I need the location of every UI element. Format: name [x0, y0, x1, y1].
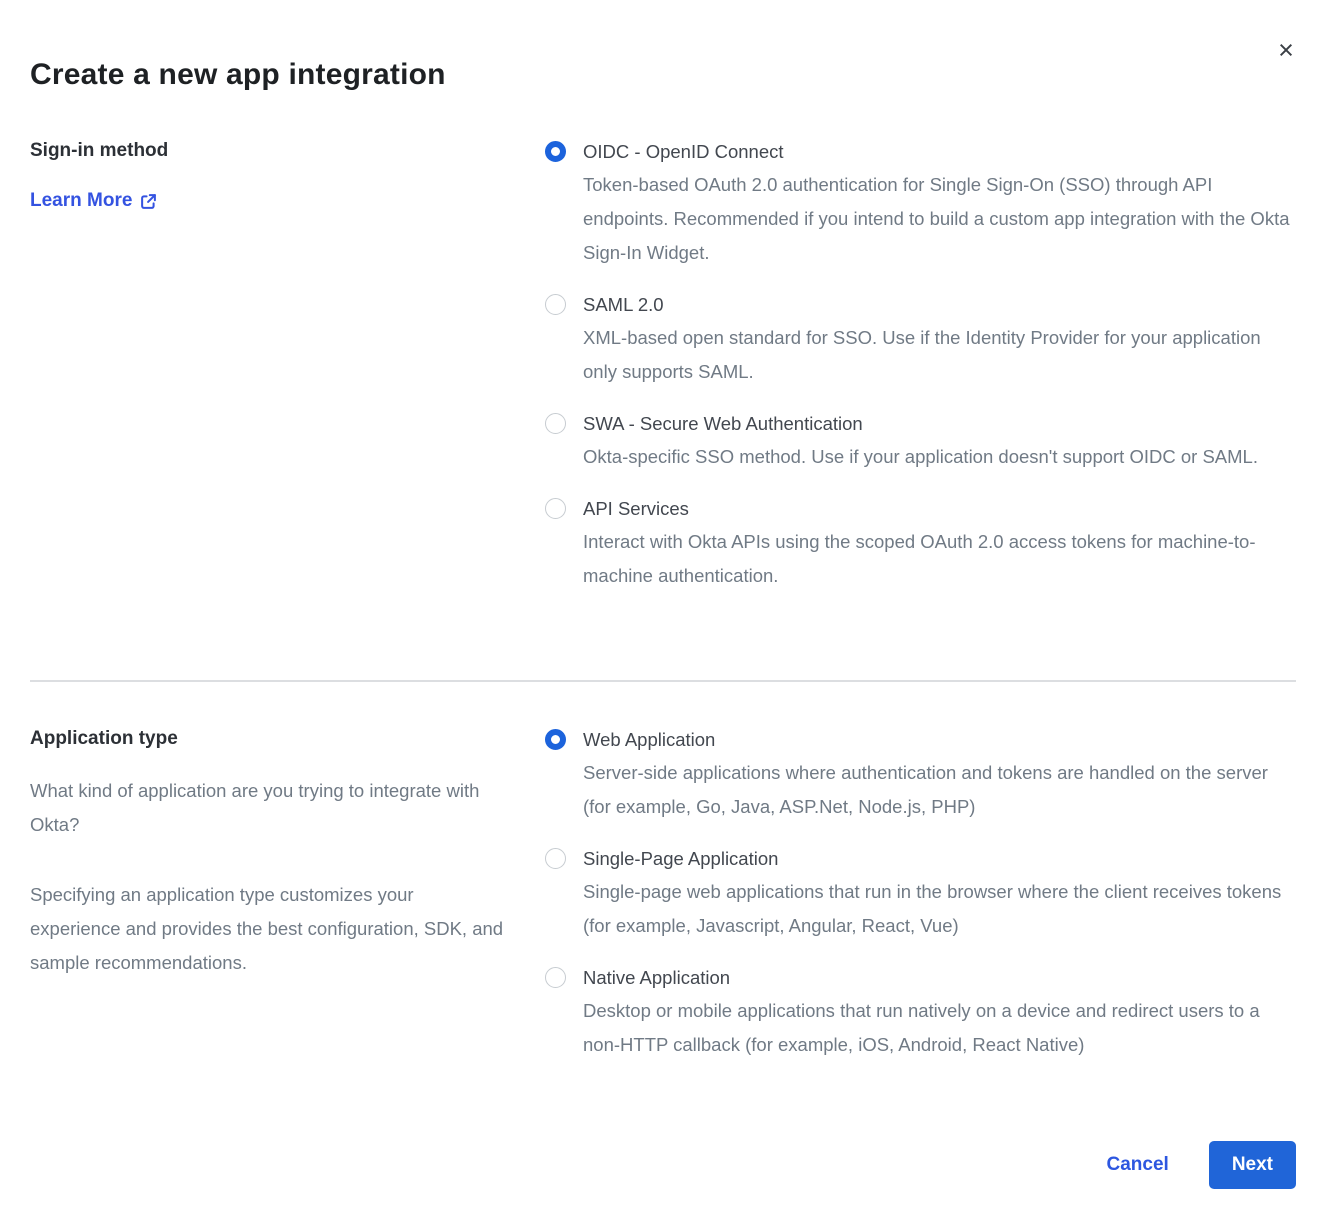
- signin-method-left-column: Sign-in method Learn More: [30, 138, 545, 614]
- application-type-explanation: Specifying an application type customize…: [30, 878, 505, 980]
- option-web-application-label: Web Application: [583, 726, 1296, 754]
- radio-single-page-application[interactable]: [545, 848, 566, 869]
- signin-method-section: Sign-in method Learn More OIDC - OpenID …: [30, 138, 1296, 614]
- radio-saml[interactable]: [545, 294, 566, 315]
- application-type-question: What kind of application are you trying …: [30, 774, 505, 842]
- option-api-services-label: API Services: [583, 495, 1296, 523]
- option-oidc[interactable]: OIDC - OpenID Connect Token-based OAuth …: [545, 138, 1296, 270]
- signin-method-options: OIDC - OpenID Connect Token-based OAuth …: [545, 138, 1296, 614]
- external-link-icon: [140, 193, 157, 210]
- radio-web-application[interactable]: [545, 729, 566, 750]
- option-web-application[interactable]: Web Application Server-side applications…: [545, 726, 1296, 824]
- option-web-application-description: Server-side applications where authentic…: [583, 756, 1296, 824]
- option-web-application-body: Web Application Server-side applications…: [583, 726, 1296, 824]
- create-app-integration-dialog: × Create a new app integration Sign-in m…: [0, 0, 1332, 1210]
- option-native-application-body: Native Application Desktop or mobile app…: [583, 964, 1296, 1062]
- option-saml-description: XML-based open standard for SSO. Use if …: [583, 321, 1296, 389]
- option-api-services-description: Interact with Okta APIs using the scoped…: [583, 525, 1296, 593]
- option-api-services-body: API Services Interact with Okta APIs usi…: [583, 495, 1296, 593]
- radio-swa[interactable]: [545, 413, 566, 434]
- cancel-button[interactable]: Cancel: [1107, 1154, 1169, 1176]
- option-api-services[interactable]: API Services Interact with Okta APIs usi…: [545, 495, 1296, 593]
- option-single-page-application[interactable]: Single-Page Application Single-page web …: [545, 845, 1296, 943]
- learn-more-link[interactable]: Learn More: [30, 190, 157, 212]
- application-type-label: Application type: [30, 726, 505, 752]
- option-swa-description: Okta-specific SSO method. Use if your ap…: [583, 440, 1258, 474]
- option-single-page-application-label: Single-Page Application: [583, 845, 1296, 873]
- next-button[interactable]: Next: [1209, 1141, 1296, 1189]
- option-oidc-label: OIDC - OpenID Connect: [583, 138, 1296, 166]
- option-swa[interactable]: SWA - Secure Web Authentication Okta-spe…: [545, 410, 1296, 474]
- option-native-application[interactable]: Native Application Desktop or mobile app…: [545, 964, 1296, 1062]
- radio-native-application[interactable]: [545, 967, 566, 988]
- option-swa-body: SWA - Secure Web Authentication Okta-spe…: [583, 410, 1258, 474]
- close-icon[interactable]: ×: [1272, 36, 1300, 64]
- learn-more-label: Learn More: [30, 190, 132, 212]
- signin-method-label: Sign-in method: [30, 138, 505, 164]
- section-divider: [30, 680, 1296, 682]
- application-type-left-column: Application type What kind of applicatio…: [30, 726, 545, 1083]
- application-type-section: Application type What kind of applicatio…: [30, 726, 1296, 1083]
- option-oidc-description: Token-based OAuth 2.0 authentication for…: [583, 168, 1296, 270]
- option-native-application-description: Desktop or mobile applications that run …: [583, 994, 1296, 1062]
- page-title: Create a new app integration: [30, 58, 1296, 92]
- application-type-options: Web Application Server-side applications…: [545, 726, 1296, 1083]
- option-single-page-application-description: Single-page web applications that run in…: [583, 875, 1296, 943]
- option-saml[interactable]: SAML 2.0 XML-based open standard for SSO…: [545, 291, 1296, 389]
- radio-oidc[interactable]: [545, 141, 566, 162]
- option-oidc-body: OIDC - OpenID Connect Token-based OAuth …: [583, 138, 1296, 270]
- option-saml-body: SAML 2.0 XML-based open standard for SSO…: [583, 291, 1296, 389]
- option-single-page-application-body: Single-Page Application Single-page web …: [583, 845, 1296, 943]
- option-saml-label: SAML 2.0: [583, 291, 1296, 319]
- option-swa-label: SWA - Secure Web Authentication: [583, 410, 1258, 438]
- dialog-footer: Cancel Next: [30, 1141, 1296, 1189]
- option-native-application-label: Native Application: [583, 964, 1296, 992]
- radio-api-services[interactable]: [545, 498, 566, 519]
